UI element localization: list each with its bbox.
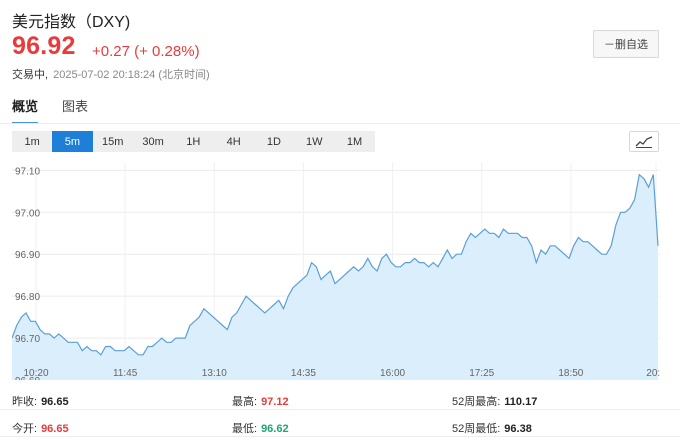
- period-selector: 1m 5m 15m 30m 1H 4H 1D 1W 1M: [12, 131, 375, 152]
- stat-value: 97.12: [261, 396, 289, 408]
- price-change: +0.27 (+ 0.28%): [92, 43, 200, 60]
- trading-status-label: 交易中,: [12, 69, 49, 81]
- x-tick-label: 16:00: [380, 368, 405, 379]
- period-1m-button[interactable]: 1m: [12, 131, 52, 152]
- period-1w-button[interactable]: 1W: [294, 131, 334, 152]
- chart-type-button[interactable]: [629, 131, 659, 152]
- stat-prev-close: 昨收: 96.65: [12, 393, 69, 409]
- tab-chart[interactable]: 图表: [62, 96, 88, 124]
- period-5m-button[interactable]: 5m: [52, 131, 93, 152]
- stat-open: 今开: 96.65: [12, 420, 69, 436]
- series-area: [12, 174, 658, 380]
- x-tick-label: 18:50: [558, 368, 583, 379]
- stat-value: 96.65: [41, 396, 69, 408]
- stat-label: 昨收:: [12, 396, 38, 408]
- stat-label: 52周最低:: [452, 423, 501, 435]
- y-tick-label: 96.80: [15, 292, 40, 303]
- tabs-divider: [0, 123, 680, 124]
- x-tick-label: 11:45: [113, 368, 138, 379]
- line-chart-icon: [635, 135, 653, 148]
- stat-label: 最低:: [232, 423, 258, 435]
- remove-watchlist-button[interactable]: －删自选: [593, 30, 659, 58]
- y-tick-label: 97.10: [15, 166, 40, 177]
- tab-overview[interactable]: 概览: [12, 96, 39, 124]
- view-tabs: 概览 图表: [12, 96, 112, 124]
- x-tick-label: 10:20: [23, 368, 48, 379]
- stat-value: 96.62: [261, 423, 289, 435]
- period-1h-button[interactable]: 1H: [173, 131, 213, 152]
- x-tick-label: 13:10: [202, 368, 227, 379]
- price-chart[interactable]: 97.1097.0096.9096.8096.7096.6010:2011:45…: [12, 162, 660, 380]
- stat-52w-high: 52周最高: 110.17: [452, 393, 537, 409]
- stat-label: 最高:: [232, 396, 258, 408]
- x-tick-label: 20:1: [646, 368, 660, 379]
- stat-value: 96.65: [41, 423, 69, 435]
- stats-row: 今开: 96.65 最低: 96.62 52周最低: 96.38: [0, 415, 680, 437]
- stat-value: 110.17: [504, 396, 538, 408]
- stat-label: 今开:: [12, 423, 38, 435]
- stats-row: 昨收: 96.65 最高: 97.12 52周最高: 110.17: [0, 388, 680, 410]
- period-15m-button[interactable]: 15m: [93, 131, 133, 152]
- x-tick-label: 14:35: [291, 368, 316, 379]
- stat-label: 52周最高:: [452, 396, 501, 408]
- y-tick-label: 96.70: [15, 334, 40, 345]
- instrument-title: 美元指数（DXY): [12, 14, 131, 31]
- period-30m-button[interactable]: 30m: [133, 131, 173, 152]
- update-timestamp: 2025-07-02 20:18:24 (北京时间): [53, 69, 210, 81]
- x-tick-label: 17:25: [469, 368, 494, 379]
- period-4h-button[interactable]: 4H: [213, 131, 253, 152]
- current-price: 96.92: [12, 32, 76, 60]
- stat-high: 最高: 97.12: [232, 393, 289, 409]
- stat-low: 最低: 96.62: [232, 420, 289, 436]
- y-tick-label: 96.90: [15, 250, 40, 261]
- price-chart-svg: 97.1097.0096.9096.8096.7096.6010:2011:45…: [12, 162, 660, 380]
- period-1d-button[interactable]: 1D: [254, 131, 294, 152]
- stat-52w-low: 52周最低: 96.38: [452, 420, 532, 436]
- trading-status: 交易中, 2025-07-02 20:18:24 (北京时间): [12, 66, 210, 82]
- stat-value: 96.38: [504, 423, 532, 435]
- y-tick-label: 97.00: [15, 208, 40, 219]
- period-1mo-button[interactable]: 1M: [334, 131, 374, 152]
